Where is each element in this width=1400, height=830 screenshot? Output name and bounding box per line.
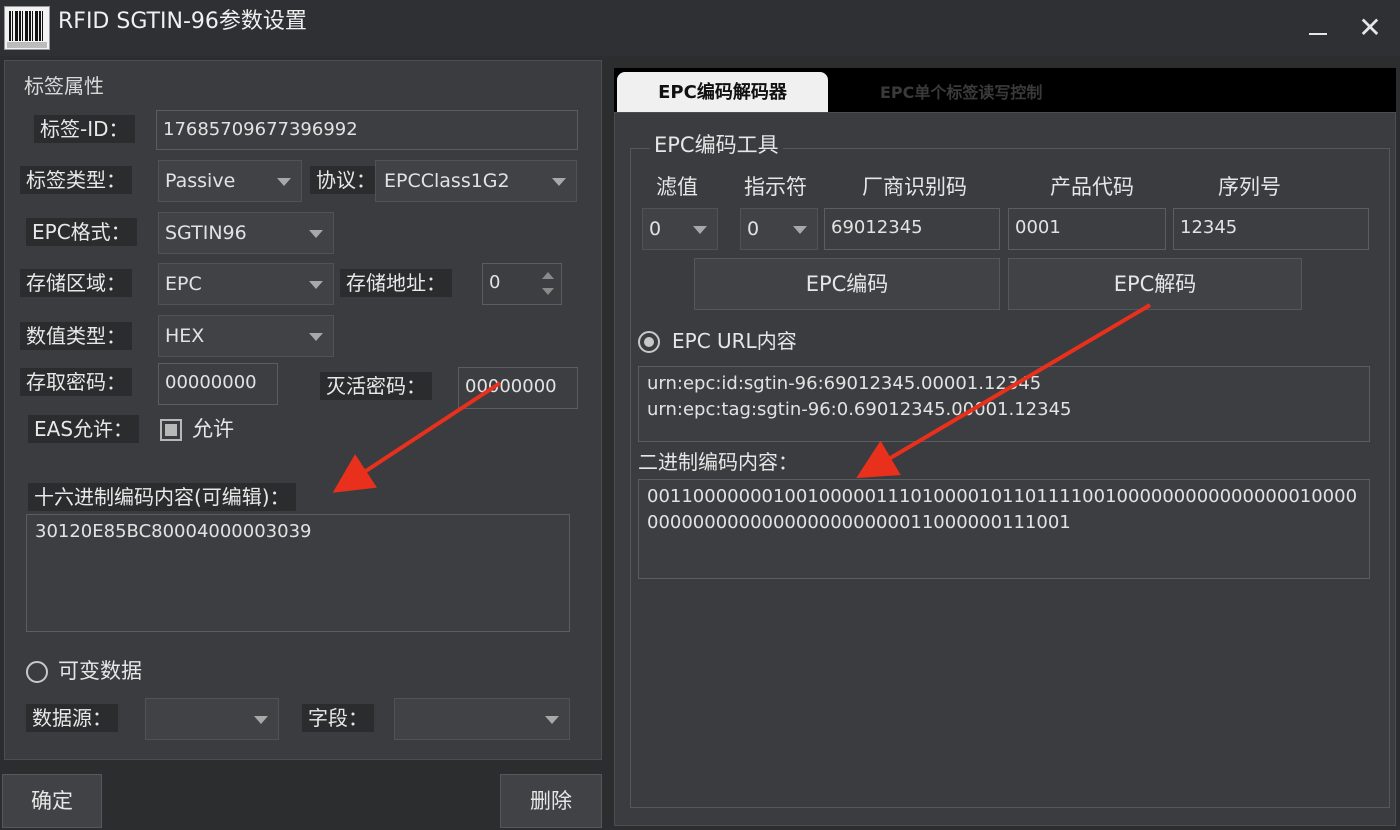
annotation-arrows bbox=[332, 303, 1152, 493]
arrow-to-binary-content bbox=[856, 303, 1152, 479]
arrow-to-hex-content bbox=[332, 381, 502, 493]
